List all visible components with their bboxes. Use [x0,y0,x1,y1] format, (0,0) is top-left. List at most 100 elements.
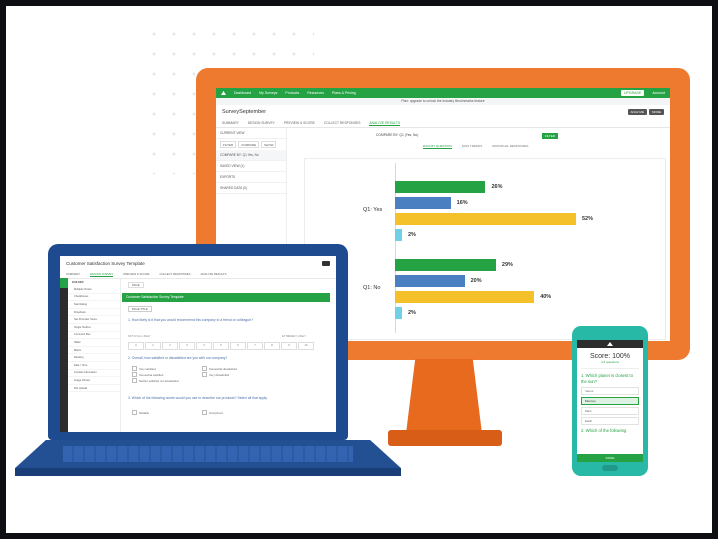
compare-button[interactable]: COMPARE [238,141,260,148]
laptop-lid: Customer Satisfaction Survey Template SU… [48,244,348,440]
logo-icon [607,342,613,346]
builder-item[interactable]: Matrix [68,347,120,355]
shared-data-row[interactable]: SHARED DATA (0) [216,183,286,194]
monitor-stand-neck [406,359,482,432]
page-title-button[interactable]: PAGE TITLE [128,306,152,312]
category-label: Q1: Yes [363,207,383,213]
builder-item[interactable]: Checkboxes [68,294,120,302]
tab-analyze[interactable]: ANALYZE RESULTS [369,121,401,126]
phone-header [577,340,643,348]
option-row[interactable]: Neither satisfied nor dissatisfied [132,378,179,383]
tab-summary[interactable]: SUMMARY [66,272,80,276]
builder-item[interactable]: Image Choice [68,377,120,385]
scale-option[interactable]: 9 [281,342,297,350]
scale-option[interactable]: 3 [179,342,195,350]
saved-views-row[interactable]: SAVED VIEW (1) [216,161,286,172]
scale-option[interactable]: 0 [128,342,144,350]
question-1[interactable]: 1. How likely is it that you would recom… [128,318,253,322]
tab-preview[interactable]: PREVIEW & SCORE [284,121,315,125]
toggle-icon[interactable] [322,260,330,266]
upgrade-button[interactable]: UPGRADE [621,90,645,96]
option-row[interactable]: Very satisfied [132,366,156,371]
builder-item[interactable]: Net Promoter Score [68,316,120,324]
option-row[interactable]: Overpriced [202,410,223,415]
subtab-by-question[interactable]: DATA BY QUESTION [423,144,452,149]
nav-item[interactable]: Products [285,91,299,95]
scale-option[interactable]: 5 [213,342,229,350]
laptop-survey-title: Customer Satisfaction Survey Template [66,260,145,266]
home-button[interactable] [602,465,618,471]
scale-option[interactable]: 1 [145,342,161,350]
builder-item[interactable]: Date / Time [68,362,120,370]
scale-option[interactable]: 2 [162,342,178,350]
tab-collect[interactable]: COLLECT RESPONSES [159,272,190,276]
builder-item[interactable]: File Upload [68,385,120,393]
builder-item[interactable]: Comment Box [68,332,120,340]
scale-right-label: EXTREMELY LIKELY [282,335,306,338]
option-row[interactable]: Reliable [132,410,149,415]
bar[interactable] [395,291,535,303]
subtab-individual[interactable]: INDIVIDUAL RESPONSES [492,144,528,149]
builder-item[interactable]: Multiple Choice [68,286,120,294]
analysis-subtabs: DATA BY QUESTION DATA TRENDS INDIVIDUAL … [423,144,528,149]
survey-header: SurveySeptember ANALYZE MORE [216,105,670,119]
tab-preview[interactable]: PREVIEW & SCORE [123,272,149,276]
tab-summary[interactable]: SUMMARY [222,121,239,125]
builder-item[interactable]: Contact Information [68,370,120,378]
nav-item[interactable]: Plans & Pricing [332,91,356,95]
option-row[interactable]: Very dissatisfied [202,372,229,377]
scale-option[interactable]: 6 [230,342,246,350]
filter-button[interactable]: FILTER [220,141,237,148]
laptop-base-rim [15,468,401,476]
phone-footer-button[interactable]: DONE [577,454,643,462]
quiz-option[interactable]: Mars [581,407,639,415]
tab-design[interactable]: DESIGN SURVEY [90,272,114,277]
quiz-option[interactable]: Earth [581,417,639,425]
option-row[interactable]: Somewhat satisfied [132,372,163,377]
bar[interactable] [395,229,402,241]
tab-analyze[interactable]: ANALYZE RESULTS [201,272,227,276]
nav-item[interactable]: Dashboard [234,91,251,95]
bar[interactable] [395,307,402,319]
results-bar-chart: Q1: Yes 26% 16% 52% 2% Q1: No 29% 20% 40% 2% [304,158,666,340]
scale-option[interactable]: 8 [264,342,280,350]
show-button[interactable]: SHOW [261,141,277,148]
nav-item[interactable]: My Surveys [259,91,277,95]
quiz-option[interactable]: Venus [581,387,639,395]
bar[interactable] [395,181,486,193]
scale-option[interactable]: 4 [196,342,212,350]
exports-row[interactable]: EXPORTS [216,172,286,183]
analyze-button[interactable]: ANALYZE [627,109,647,115]
builder-item[interactable]: Single Textbox [68,324,120,332]
builder-item[interactable]: Star Rating [68,301,120,309]
bar[interactable] [395,213,576,225]
tab-collect[interactable]: COLLECT RESPONSES [324,121,361,125]
page-title-bar[interactable]: Customer Satisfaction Survey Template [122,293,330,302]
bar-value-label: 16% [456,200,468,206]
survey-title: SurveySeptember [222,109,267,115]
compare-rule[interactable]: COMPARE BY: Q1 Yes, No [216,150,286,161]
more-button[interactable]: MORE [649,109,664,115]
scale-option[interactable]: 10 [298,342,314,350]
question-2[interactable]: 2. Overall, how satisfied or dissatisfie… [128,356,227,360]
bar[interactable] [395,275,465,287]
nav-item[interactable]: Resources [307,91,324,95]
tab-design[interactable]: DESIGN SURVEY [248,121,275,125]
builder-item[interactable]: Ranking [68,354,120,362]
filter-chip[interactable]: FILTER [541,133,558,139]
scale-option[interactable]: 7 [247,342,263,350]
builder-item[interactable]: Dropdown [68,309,120,317]
account-menu[interactable]: Account [652,91,665,95]
subtab-trends[interactable]: DATA TRENDS [462,144,483,149]
option-row[interactable]: Somewhat dissatisfied [202,366,237,371]
bar[interactable] [395,197,451,209]
question-3[interactable]: 3. Which of the following words would yo… [128,396,308,400]
mobile-phone: Score: 100% 1/1 questions 1. Which plane… [572,326,648,476]
nps-scale: 0 1 2 3 4 5 6 7 8 9 10 [128,342,314,350]
laptop-screen: Customer Satisfaction Survey Template SU… [60,256,336,432]
bar[interactable] [395,259,496,271]
builder-item[interactable]: Slider [68,339,120,347]
quiz-options: Venus Mercury Mars Earth [581,387,639,425]
builder-tool-icon[interactable] [60,278,68,288]
quiz-option[interactable]: Mercury [581,397,639,405]
